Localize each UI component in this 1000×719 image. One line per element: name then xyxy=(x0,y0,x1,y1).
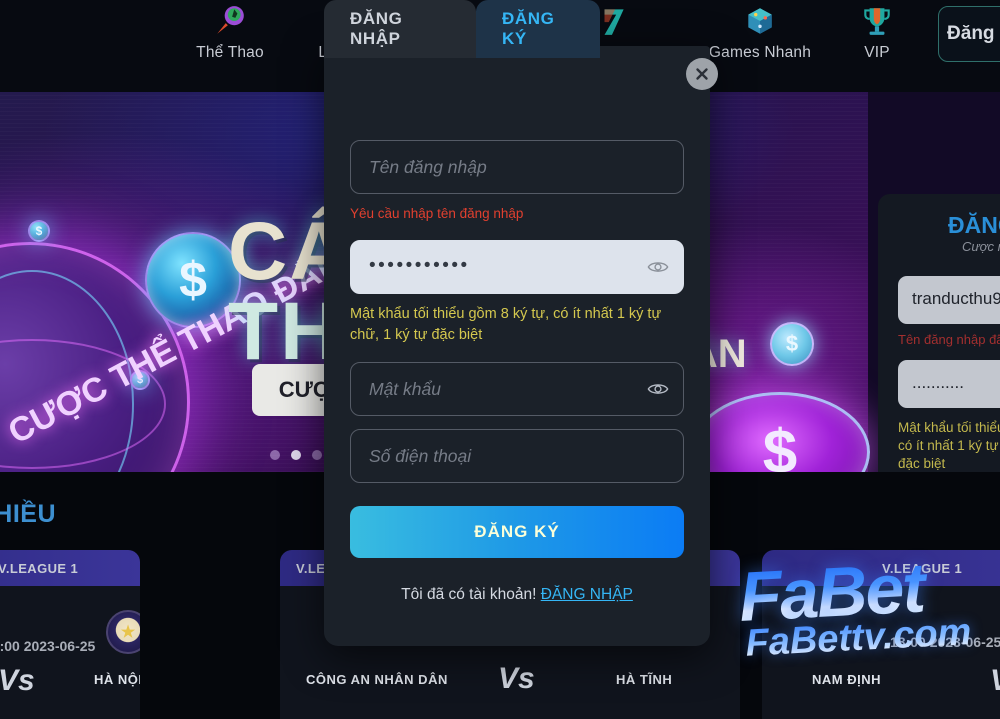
team-logo-icon: ★ xyxy=(106,610,140,654)
match-time: 18:00 2023-06-25 xyxy=(0,638,96,654)
carousel-dots[interactable] xyxy=(270,450,322,460)
footer-login-link[interactable]: ĐĂNG NHẬP xyxy=(541,586,633,603)
auth-modal: ĐĂNG NHẬP ĐĂNG KÝ Tên đăng nhập Yêu cầu … xyxy=(324,0,718,646)
carousel-dot-active[interactable] xyxy=(291,450,301,460)
confirm-password-input[interactable]: Mật khẩu xyxy=(350,362,684,416)
match-vs-label: Vs xyxy=(990,664,1000,698)
password-input[interactable]: ••••••••••• xyxy=(350,240,684,294)
match-card[interactable]: V.LEAGUE 1 18:00 2023-06-25 NAM ĐỊNH Vs xyxy=(762,550,1000,719)
match-vs-label: Vs xyxy=(0,664,35,697)
match-home-team: NAM ĐỊNH xyxy=(812,672,881,687)
match-body: 18:00 2023-06-25 Vs ★ HÀ NỘI xyxy=(0,586,140,719)
password-masked-value: ••••••••••• xyxy=(369,255,470,276)
match-away-team: HÀ NỘI xyxy=(94,672,140,687)
modal-footer: Tôi đã có tài khoản! ĐĂNG NHẬP xyxy=(324,586,710,604)
side-panel-subtitle: Cược ngay xyxy=(962,239,1000,254)
carousel-dot[interactable] xyxy=(270,450,280,460)
match-time: 18:00 2023-06-25 xyxy=(890,634,1000,650)
match-vs-label: Vs xyxy=(498,662,535,695)
tab-dang-nhap[interactable]: ĐĂNG NHẬP xyxy=(324,0,476,58)
username-placeholder: Tên đăng nhập xyxy=(369,157,487,177)
tab-dang-ky[interactable]: ĐĂNG KÝ xyxy=(476,0,600,58)
nav-item-vip[interactable]: VIP xyxy=(812,4,942,62)
side-panel-title: ĐĂNG KÝ xyxy=(948,212,1000,238)
side-username-value: tranducthu9 xyxy=(912,289,1000,308)
password-hint: Mật khẩu tối thiểu gồm 8 ký tự, có ít nh… xyxy=(350,306,662,343)
side-username-error: Tên đăng nhập đã tồn tại xyxy=(898,332,1000,347)
modal-close-button[interactable] xyxy=(686,58,718,90)
dollar-coin-small-icon: $ xyxy=(28,220,50,242)
trophy-icon xyxy=(864,8,890,35)
match-league-header: V.LEAGUE 1 xyxy=(762,550,1000,586)
side-password-hint: Mật khẩu tối thiểu gồm 8 ký tự, có ít nh… xyxy=(898,420,1000,472)
phone-input[interactable]: Số điện thoại xyxy=(350,429,684,483)
match-body: 18:00 2023-06-25 NAM ĐỊNH Vs xyxy=(762,586,1000,719)
eye-toggle-icon[interactable] xyxy=(647,380,669,398)
nav-item-games-nhanh[interactable]: Games Nhanh xyxy=(695,4,825,62)
carousel-dot[interactable] xyxy=(312,450,322,460)
side-password-input[interactable]: ........... xyxy=(898,360,1000,408)
match-home-team: CÔNG AN NHÂN DÂN xyxy=(306,672,448,687)
match-card[interactable]: V.LEAGUE 1 18:00 2023-06-25 Vs ★ HÀ NỘI xyxy=(0,550,140,719)
match-away-team: HÀ TĨNH xyxy=(616,672,673,687)
sports-ball-icon xyxy=(217,6,244,34)
nav-label: VIP xyxy=(864,44,890,61)
nav-item-the-thao[interactable]: Thể Thao xyxy=(165,4,295,62)
nav-label: Thể Thao xyxy=(196,44,264,61)
side-username-input[interactable]: tranducthu9 xyxy=(898,276,1000,324)
eye-toggle-icon[interactable] xyxy=(647,258,669,276)
side-password-value: ........... xyxy=(912,373,964,392)
header-register-button[interactable]: Đăng ký xyxy=(938,6,1000,62)
dice-cube-icon xyxy=(748,8,772,34)
close-icon xyxy=(696,68,708,80)
purple-coin-small-icon: $ xyxy=(770,322,814,366)
side-register-panel: ĐĂNG KÝ Cược ngay tranducthu9 Tên đăng n… xyxy=(878,194,1000,472)
footer-text: Tôi đã có tài khoản! xyxy=(401,586,537,603)
auth-modal-tabs: ĐĂNG NHẬP ĐĂNG KÝ xyxy=(324,0,600,58)
section-title: HOT NHIỀU xyxy=(0,500,56,528)
username-error-message: Yêu cầu nhập tên đăng nhập xyxy=(350,206,524,221)
register-submit-button[interactable]: ĐĂNG KÝ xyxy=(350,506,684,558)
phone-placeholder: Số điện thoại xyxy=(369,446,472,466)
username-input[interactable]: Tên đăng nhập xyxy=(350,140,684,194)
nav-label: Games Nhanh xyxy=(708,44,812,61)
match-league-name: V.LEAGUE 1 xyxy=(882,560,963,576)
app-root: $ $ $ $ $ CƯỢC THỂ THAO ĐẲNG ĐẲN CÁ THỂ … xyxy=(0,0,1000,719)
lucky-seven-icon xyxy=(604,9,624,35)
match-league-name: V.LEAGUE 1 xyxy=(0,560,79,576)
confirm-password-placeholder: Mật khẩu xyxy=(369,379,441,399)
match-league-header: V.LEAGUE 1 xyxy=(0,550,140,586)
